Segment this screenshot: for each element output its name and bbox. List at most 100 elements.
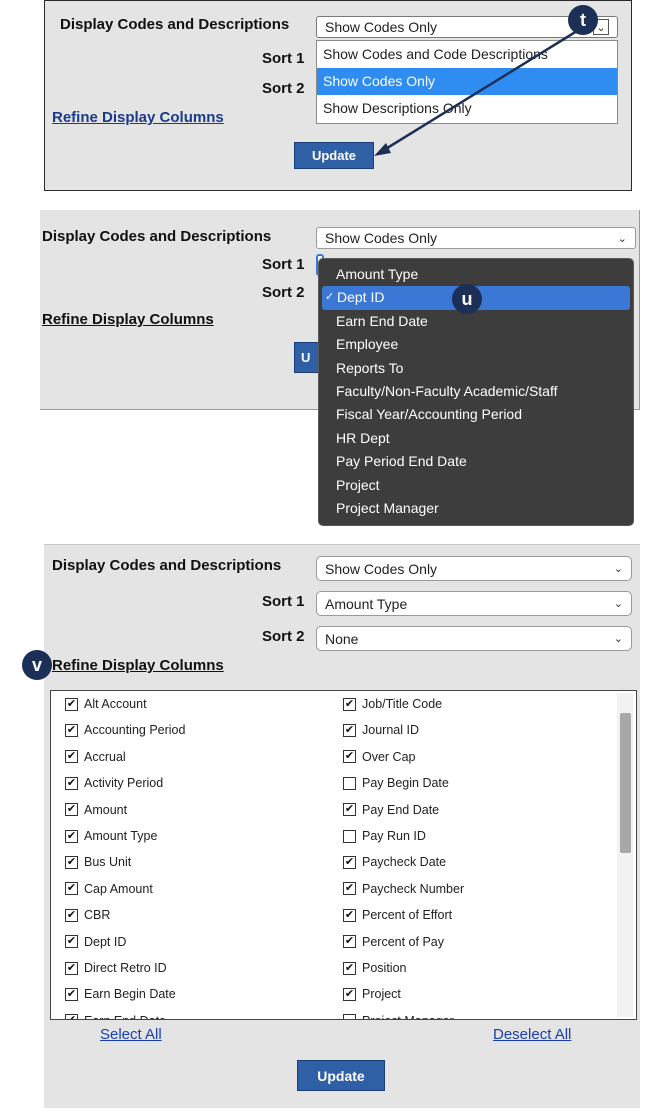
checkbox-checked-icon[interactable]: ✔ bbox=[343, 935, 356, 949]
column-checkbox-item[interactable]: Pay Run ID bbox=[343, 823, 426, 849]
column-checkbox-label: Cap Amount bbox=[84, 881, 153, 896]
checkbox-checked-icon[interactable]: ✔ bbox=[343, 855, 356, 869]
column-checkbox-item[interactable]: ✔ Earn End Date bbox=[65, 1008, 166, 1019]
column-checkbox-item[interactable]: ✔ Accounting Period bbox=[65, 717, 185, 743]
display-option[interactable]: Show Descriptions Only bbox=[317, 95, 617, 122]
column-checkbox-item[interactable]: ✔ Percent of Pay bbox=[343, 929, 444, 955]
update-button[interactable]: Update bbox=[294, 142, 374, 169]
sort-option[interactable]: Project Manager bbox=[322, 497, 630, 520]
column-checkbox-item[interactable]: ✔ Pay End Date bbox=[343, 797, 439, 823]
sort-option-label: HR Dept bbox=[336, 429, 390, 446]
column-checkbox-item[interactable]: Project Manager bbox=[343, 1008, 454, 1019]
scrollbar-thumb[interactable] bbox=[620, 713, 631, 853]
column-checkbox-label: Paycheck Number bbox=[362, 881, 465, 896]
column-checkbox-item[interactable]: ✔ Paycheck Date bbox=[343, 849, 446, 875]
sort2-select[interactable]: None ⌄ bbox=[316, 626, 632, 651]
sort-option[interactable]: Reports To bbox=[322, 357, 630, 380]
checkbox-checked-icon[interactable]: ✔ bbox=[343, 987, 356, 1001]
sort-option[interactable]: Earn End Date bbox=[322, 310, 630, 333]
sort-option[interactable]: Amount Type bbox=[322, 263, 630, 286]
sort-option[interactable]: Fiscal Year/Accounting Period bbox=[322, 403, 630, 426]
column-checkbox-item[interactable]: ✔ CBR bbox=[65, 902, 110, 928]
display-codes-label: Display Codes and Descriptions bbox=[52, 557, 282, 574]
column-checkbox-item[interactable]: ✔ Percent of Effort bbox=[343, 902, 452, 928]
column-checkbox-item[interactable]: ✔ Cap Amount bbox=[65, 876, 153, 902]
column-checkbox-item[interactable]: ✔ Dept ID bbox=[65, 929, 126, 955]
sort-option-label: Employee bbox=[336, 336, 399, 353]
checkbox-checked-icon[interactable]: ✔ bbox=[65, 829, 78, 843]
callout-badge-v: v bbox=[22, 650, 52, 680]
checkbox-checked-icon[interactable]: ✔ bbox=[65, 776, 78, 790]
checkbox-checked-icon[interactable]: ✔ bbox=[65, 987, 78, 1001]
checkbox-empty-icon[interactable] bbox=[343, 829, 356, 843]
column-checkbox-item[interactable]: ✔ Journal ID bbox=[343, 717, 419, 743]
checkbox-checked-icon[interactable]: ✔ bbox=[65, 803, 78, 817]
checkbox-checked-icon[interactable]: ✔ bbox=[343, 803, 356, 817]
column-checkbox-item[interactable]: ✔ Activity Period bbox=[65, 770, 163, 796]
sort1-label: Sort 1 bbox=[262, 50, 305, 67]
column-checkbox-label: Paycheck Date bbox=[362, 855, 447, 870]
checkmark-icon: ✓ bbox=[325, 291, 335, 304]
sort-option-label: Project Manager bbox=[336, 499, 439, 516]
checkbox-checked-icon[interactable]: ✔ bbox=[343, 908, 356, 922]
checkbox-checked-icon[interactable]: ✔ bbox=[65, 882, 78, 896]
checkbox-checked-icon[interactable]: ✔ bbox=[343, 723, 356, 737]
refine-display-columns-link[interactable]: Refine Display Columns bbox=[52, 109, 224, 126]
column-checkbox-label: Earn End Date bbox=[84, 1014, 166, 1019]
sort1-select[interactable]: Amount Type ⌄ bbox=[316, 591, 632, 616]
column-checkbox-item[interactable]: ✔ Over Cap bbox=[343, 744, 416, 770]
column-checkbox-item[interactable]: ✔ Accrual bbox=[65, 744, 126, 770]
column-checkbox-item[interactable]: ✔ Bus Unit bbox=[65, 849, 131, 875]
sort-option[interactable]: Project bbox=[322, 474, 630, 497]
checkbox-checked-icon[interactable]: ✔ bbox=[343, 882, 356, 896]
columns-checkbox-list[interactable]: ✔ Alt Account ✔ Accounting Period ✔ Accrual ✔ A… bbox=[50, 690, 637, 1020]
checkbox-checked-icon[interactable]: ✔ bbox=[65, 935, 78, 949]
checkbox-checked-icon[interactable]: ✔ bbox=[65, 961, 78, 975]
display-codes-select-value: Show Codes Only bbox=[325, 19, 438, 35]
column-checkbox-item[interactable]: ✔ Direct Retro ID bbox=[65, 955, 167, 981]
column-checkbox-label: Dept ID bbox=[84, 934, 127, 949]
sort-option[interactable]: Faculty/Non-Faculty Academic/Staff bbox=[322, 380, 630, 403]
display-option[interactable]: Show Codes and Code Descriptions bbox=[317, 41, 617, 68]
display-codes-select-value: Show Codes Only bbox=[325, 230, 438, 246]
update-button[interactable]: Update bbox=[297, 1060, 385, 1091]
column-checkbox-item[interactable]: ✔ Amount bbox=[65, 797, 127, 823]
display-codes-label: Display Codes and Descriptions bbox=[42, 228, 272, 245]
checkbox-checked-icon[interactable]: ✔ bbox=[343, 697, 356, 711]
display-codes-select[interactable]: Show Codes Only ⌄ bbox=[316, 227, 636, 249]
column-checkbox-item[interactable]: ✔ Position bbox=[343, 955, 406, 981]
checkbox-checked-icon[interactable]: ✔ bbox=[65, 1014, 78, 1019]
column-checkbox-item[interactable]: ✔ Amount Type bbox=[65, 823, 157, 849]
refine-display-columns-link[interactable]: Refine Display Columns bbox=[52, 657, 224, 674]
display-option-selected[interactable]: Show Codes Only bbox=[317, 68, 617, 95]
column-checkbox-item[interactable]: ✔ Alt Account bbox=[65, 691, 147, 717]
column-checkbox-item[interactable]: ✔ Earn Begin Date bbox=[65, 981, 176, 1007]
column-checkbox-item[interactable]: Pay Begin Date bbox=[343, 770, 449, 796]
checkbox-checked-icon[interactable]: ✔ bbox=[65, 855, 78, 869]
select-all-link[interactable]: Select All bbox=[100, 1026, 162, 1043]
column-checkbox-item[interactable]: ✔ Job/Title Code bbox=[343, 691, 442, 717]
sort1-select-value: Amount Type bbox=[325, 595, 408, 612]
sort-option-label: Dept ID bbox=[337, 289, 385, 306]
checkbox-empty-icon[interactable] bbox=[343, 776, 356, 790]
column-checkbox-item[interactable]: ✔ Project bbox=[343, 981, 401, 1007]
column-checkbox-label: Bus Unit bbox=[84, 855, 132, 870]
column-checkbox-label: Pay Run ID bbox=[362, 829, 426, 843]
checkbox-checked-icon[interactable]: ✔ bbox=[343, 961, 356, 975]
checkbox-checked-icon[interactable]: ✔ bbox=[343, 750, 356, 764]
display-codes-options-list: Show Codes and Code Descriptions Show Co… bbox=[316, 40, 618, 124]
sort-option[interactable]: HR Dept bbox=[322, 427, 630, 450]
checkbox-checked-icon[interactable]: ✔ bbox=[65, 750, 78, 764]
checkbox-checked-icon[interactable]: ✔ bbox=[65, 908, 78, 922]
checkbox-checked-icon[interactable]: ✔ bbox=[65, 697, 78, 711]
sort-option[interactable]: Employee bbox=[322, 333, 630, 356]
sort-option[interactable]: Pay Period End Date bbox=[322, 450, 630, 473]
refine-display-columns-link[interactable]: Refine Display Columns bbox=[42, 311, 214, 328]
display-codes-select[interactable]: Show Codes Only ⌄ bbox=[316, 556, 632, 581]
chevron-down-icon: ⌄ bbox=[617, 232, 627, 245]
checkbox-empty-icon[interactable] bbox=[343, 1014, 356, 1019]
column-checkbox-label: Activity Period bbox=[84, 776, 164, 791]
checkbox-checked-icon[interactable]: ✔ bbox=[65, 723, 78, 737]
column-checkbox-item[interactable]: ✔ Paycheck Number bbox=[343, 876, 464, 902]
deselect-all-link[interactable]: Deselect All bbox=[493, 1026, 571, 1043]
